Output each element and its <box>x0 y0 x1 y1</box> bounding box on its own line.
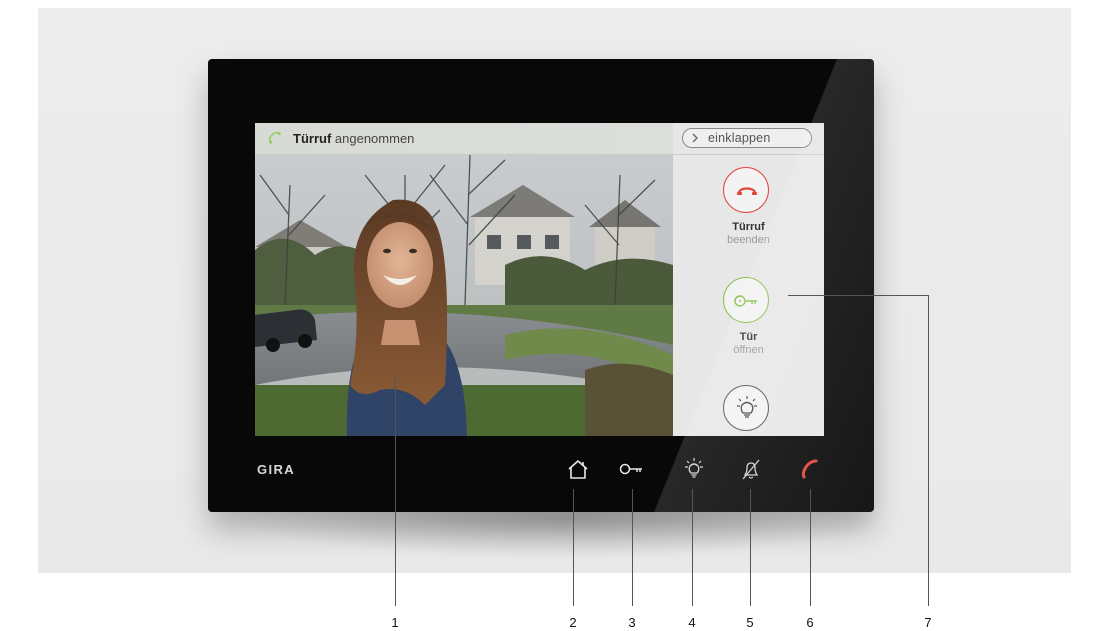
callout-number-7: 7 <box>924 615 932 630</box>
door-camera-video <box>255 155 673 436</box>
open-door-subtitle: öffnen <box>733 344 764 356</box>
key-icon[interactable] <box>618 457 644 481</box>
callout-line-1 <box>395 375 396 606</box>
touch-screen: Türruf angenommen einklappen Türruf been… <box>255 123 824 436</box>
callout-number-6: 6 <box>806 615 814 630</box>
callout-number-5: 5 <box>746 615 754 630</box>
light-button[interactable] <box>723 385 769 431</box>
light-bulb-icon[interactable] <box>681 457 707 481</box>
callout-number-2: 2 <box>569 615 577 630</box>
callout-number-1: 1 <box>391 615 399 630</box>
call-status-bar: Türruf angenommen <box>255 123 673 155</box>
callout-line-4 <box>692 489 693 606</box>
hang-up-icon <box>737 187 757 195</box>
callout-line-2 <box>573 489 574 606</box>
end-call-subtitle: beenden <box>727 234 770 246</box>
callout-line-7-horizontal <box>788 295 929 296</box>
collapse-label: einklappen <box>708 131 771 145</box>
callout-line-5 <box>750 489 751 606</box>
phone-handset-icon <box>268 131 281 144</box>
bell-muted-icon[interactable] <box>738 457 764 481</box>
intercom-device: Türruf angenommen einklappen Türruf been… <box>208 59 874 512</box>
open-door-title: Tür <box>739 331 758 343</box>
call-status-title: Türruf <box>293 131 332 146</box>
end-call-button[interactable] <box>723 167 769 213</box>
callout-number-3: 3 <box>628 615 636 630</box>
callout-line-7 <box>928 295 929 606</box>
collapse-button[interactable]: einklappen <box>682 128 812 148</box>
callout-line-3 <box>632 489 633 606</box>
collapse-area: einklappen <box>673 123 824 155</box>
home-icon[interactable] <box>565 457 591 481</box>
light-bulb-icon <box>737 396 757 418</box>
callout-number-4: 4 <box>688 615 696 630</box>
callout-line-6 <box>810 489 811 606</box>
phone-handset-icon[interactable] <box>798 457 824 481</box>
key-icon <box>734 295 757 307</box>
chevron-right-icon <box>692 133 698 143</box>
gira-logo: GIRA <box>257 462 296 477</box>
call-status-text: Türruf angenommen <box>293 131 414 146</box>
open-door-button[interactable] <box>723 277 769 323</box>
end-call-title: Türruf <box>732 221 765 233</box>
call-status-state: angenommen <box>334 131 415 146</box>
